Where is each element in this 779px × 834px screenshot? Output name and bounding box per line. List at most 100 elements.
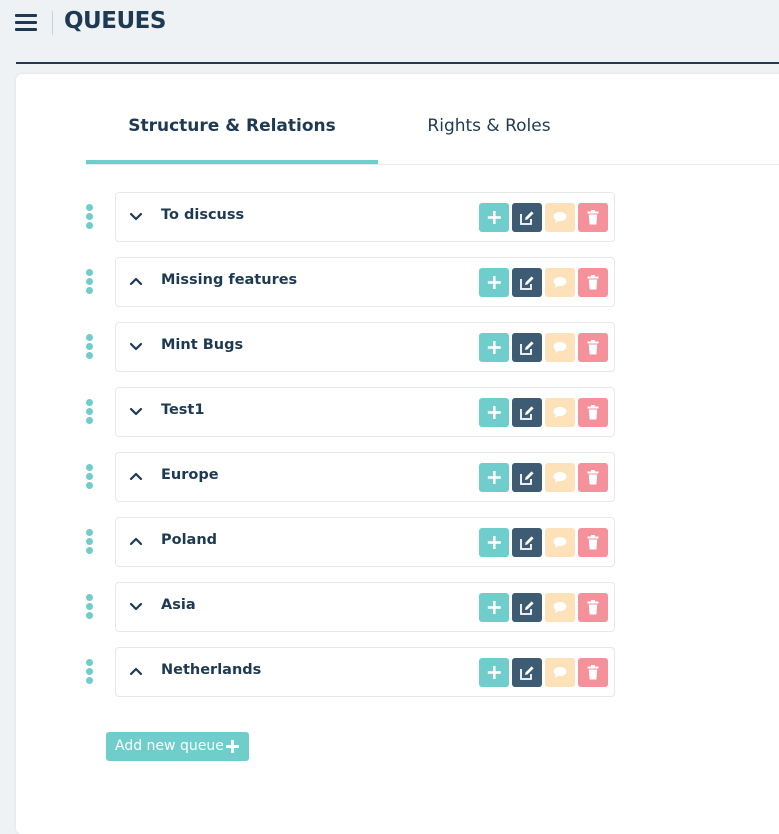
edit-queue-button[interactable]: [512, 528, 542, 557]
edit-queue-button[interactable]: [512, 398, 542, 427]
trash-icon: [587, 210, 599, 225]
drag-handle-icon[interactable]: [86, 464, 94, 490]
comment-queue-button[interactable]: [545, 528, 575, 557]
delete-queue-button[interactable]: [578, 268, 608, 297]
queue-row: Missing features: [86, 257, 626, 307]
add-subqueue-button[interactable]: [479, 333, 509, 362]
chevron-down-icon[interactable]: [128, 338, 144, 354]
drag-handle-icon[interactable]: [86, 594, 94, 620]
queue-item: Mint Bugs: [115, 322, 615, 372]
drag-handle-icon[interactable]: [86, 399, 94, 425]
add-subqueue-button[interactable]: [479, 528, 509, 557]
trash-icon: [587, 600, 599, 615]
trash-icon: [587, 340, 599, 355]
edit-icon: [520, 601, 534, 615]
edit-icon: [520, 341, 534, 355]
chevron-up-icon[interactable]: [128, 533, 144, 549]
queue-row: To discuss: [86, 192, 626, 242]
queue-name: Netherlands: [161, 662, 262, 678]
queue-item: Test1: [115, 387, 615, 437]
edit-queue-button[interactable]: [512, 203, 542, 232]
chevron-up-icon[interactable]: [128, 468, 144, 484]
comment-queue-button[interactable]: [545, 593, 575, 622]
queue-item: Asia: [115, 582, 615, 632]
queues-card: Structure & Relations Rights & Roles To …: [16, 74, 779, 834]
comment-icon: [553, 666, 567, 678]
comment-icon: [553, 211, 567, 223]
edit-queue-button[interactable]: [512, 333, 542, 362]
queue-row: Europe: [86, 452, 626, 502]
plus-icon: [487, 536, 501, 549]
comment-queue-button[interactable]: [545, 398, 575, 427]
comment-queue-button[interactable]: [545, 203, 575, 232]
trash-icon: [587, 405, 599, 420]
plus-icon: [226, 740, 239, 753]
add-new-queue-label: Add new queue: [115, 738, 224, 754]
comment-queue-button[interactable]: [545, 333, 575, 362]
tab-rights-roles[interactable]: Rights & Roles: [378, 74, 600, 162]
active-tab-indicator: [86, 160, 378, 164]
queue-row: Asia: [86, 582, 626, 632]
drag-handle-icon[interactable]: [86, 204, 94, 230]
delete-queue-button[interactable]: [578, 528, 608, 557]
header-divider: [52, 11, 53, 35]
edit-queue-button[interactable]: [512, 658, 542, 687]
add-subqueue-button[interactable]: [479, 593, 509, 622]
tab-bar: Structure & Relations Rights & Roles: [86, 74, 779, 165]
comment-queue-button[interactable]: [545, 268, 575, 297]
queue-name: To discuss: [161, 207, 245, 223]
edit-icon: [520, 666, 534, 680]
delete-queue-button[interactable]: [578, 203, 608, 232]
delete-queue-button[interactable]: [578, 463, 608, 492]
queue-item: To discuss: [115, 192, 615, 242]
drag-handle-icon[interactable]: [86, 529, 94, 555]
edit-icon: [520, 276, 534, 290]
delete-queue-button[interactable]: [578, 593, 608, 622]
plus-icon: [487, 276, 501, 289]
chevron-up-icon[interactable]: [128, 663, 144, 679]
queue-name: Asia: [161, 597, 196, 613]
edit-queue-button[interactable]: [512, 593, 542, 622]
chevron-down-icon[interactable]: [128, 598, 144, 614]
drag-handle-icon[interactable]: [86, 334, 94, 360]
tab-structure-relations[interactable]: Structure & Relations: [86, 74, 378, 162]
drag-handle-icon[interactable]: [86, 659, 94, 685]
delete-queue-button[interactable]: [578, 333, 608, 362]
edit-icon: [520, 536, 534, 550]
trash-icon: [587, 275, 599, 290]
queue-item: Missing features: [115, 257, 615, 307]
plus-icon: [487, 666, 501, 679]
queue-row: Poland: [86, 517, 626, 567]
plus-icon: [487, 341, 501, 354]
trash-icon: [587, 535, 599, 550]
comment-queue-button[interactable]: [545, 463, 575, 492]
plus-icon: [487, 471, 501, 484]
page-header: QUEUES: [15, 0, 779, 64]
chevron-up-icon[interactable]: [128, 273, 144, 289]
drag-handle-icon[interactable]: [86, 269, 94, 295]
edit-queue-button[interactable]: [512, 268, 542, 297]
add-subqueue-button[interactable]: [479, 463, 509, 492]
queue-row: Mint Bugs: [86, 322, 626, 372]
add-subqueue-button[interactable]: [479, 268, 509, 297]
comment-icon: [553, 406, 567, 418]
add-subqueue-button[interactable]: [479, 203, 509, 232]
delete-queue-button[interactable]: [578, 658, 608, 687]
comment-icon: [553, 471, 567, 483]
add-subqueue-button[interactable]: [479, 398, 509, 427]
comment-icon: [553, 536, 567, 548]
comment-icon: [553, 276, 567, 288]
chevron-down-icon[interactable]: [128, 403, 144, 419]
queue-item: Europe: [115, 452, 615, 502]
queue-row: Netherlands: [86, 647, 626, 697]
comment-queue-button[interactable]: [545, 658, 575, 687]
delete-queue-button[interactable]: [578, 398, 608, 427]
hamburger-menu-icon[interactable]: [15, 12, 37, 32]
queue-row: Test1: [86, 387, 626, 437]
add-subqueue-button[interactable]: [479, 658, 509, 687]
add-new-queue-button[interactable]: Add new queue: [106, 732, 249, 761]
plus-icon: [487, 601, 501, 614]
chevron-down-icon[interactable]: [128, 208, 144, 224]
page-title: QUEUES: [64, 8, 166, 34]
edit-queue-button[interactable]: [512, 463, 542, 492]
